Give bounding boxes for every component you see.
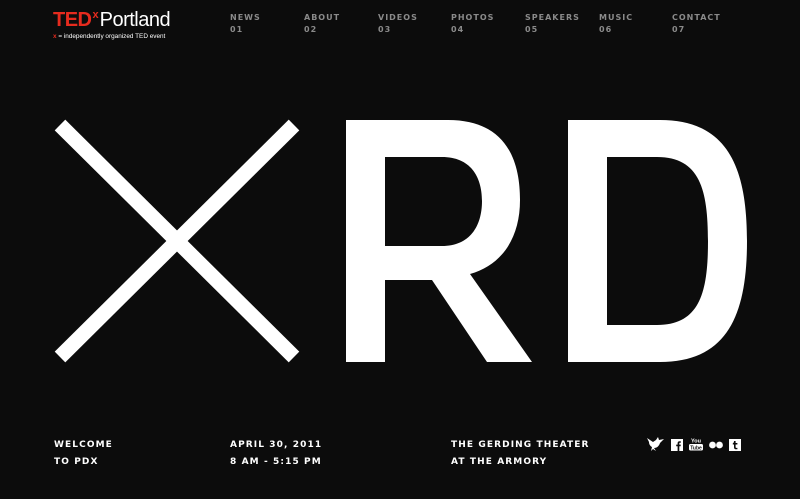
hero-letter-d	[568, 120, 747, 362]
svg-text:You: You	[691, 439, 701, 445]
venue-block: THE GERDING THEATER AT THE ARMORY	[451, 437, 590, 471]
event-time: 8 AM - 5:15 PM	[230, 457, 322, 467]
welcome-line-1: WELCOME	[54, 440, 113, 450]
welcome-line-2: TO PDX	[54, 457, 99, 467]
venue-line-1: THE GERDING THEATER	[451, 440, 590, 450]
hero-xrd-graphic	[54, 119, 747, 363]
event-date: APRIL 30, 2011	[230, 440, 323, 450]
svg-text:Tube: Tube	[690, 445, 702, 451]
tumblr-icon[interactable]	[729, 436, 741, 455]
youtube-icon[interactable]: You Tube	[688, 436, 704, 455]
welcome-block: WELCOME TO PDX	[54, 437, 113, 471]
hero-letter-r	[346, 120, 532, 362]
flickr-icon[interactable]	[708, 436, 724, 455]
venue-line-2: AT THE ARMORY	[451, 457, 548, 467]
date-block: APRIL 30, 2011 8 AM - 5:15 PM	[230, 437, 322, 471]
hero-x-mark	[54, 119, 300, 363]
facebook-icon[interactable]	[671, 436, 683, 455]
twitter-bird-icon[interactable]	[646, 436, 665, 456]
